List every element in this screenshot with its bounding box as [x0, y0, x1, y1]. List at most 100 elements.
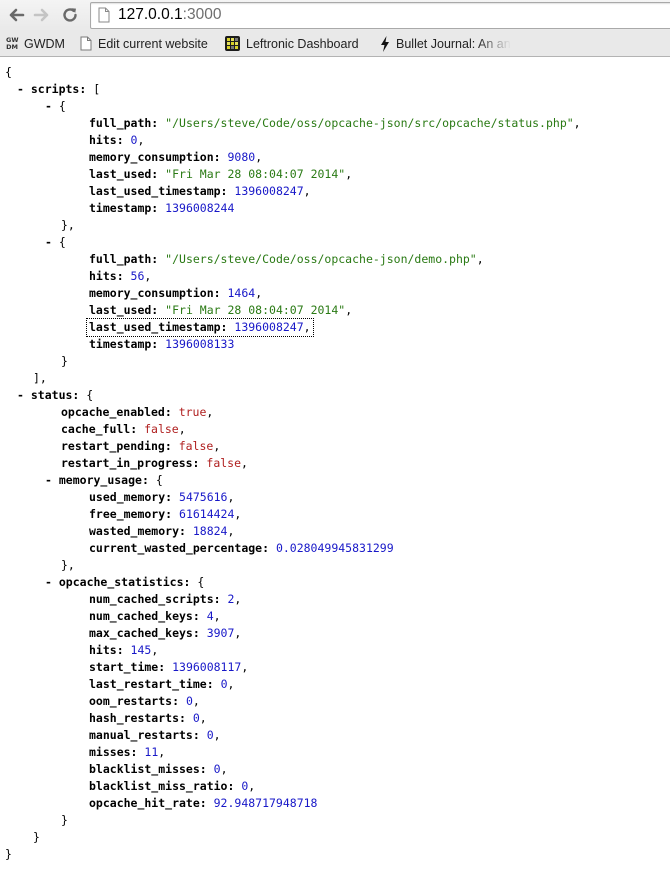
lightning-icon	[380, 35, 390, 52]
address-bar[interactable]: 127.0.0.1:3000	[90, 2, 670, 29]
script-item-close: },	[61, 218, 75, 232]
json-string-value: "/Users/steve/Code/oss/opcache-json/demo…	[165, 252, 477, 266]
json-entry: last_used_timestamp: 1396008247,	[89, 184, 311, 198]
json-entry: timestamp: 1396008133	[89, 337, 235, 351]
scripts-close: ],	[33, 371, 47, 385]
bookmark-edit-current-website[interactable]: Edit current website	[80, 31, 208, 56]
collapse-toggle[interactable]: -	[45, 235, 52, 249]
json-entry: num_cached_keys: 4,	[89, 609, 221, 623]
json-number-value: 92.948717948718	[213, 796, 318, 810]
json-entry: wasted_memory: 18824,	[89, 524, 235, 538]
json-entry: max_cached_keys: 3907,	[89, 626, 242, 640]
json-entry: full_path: "/Users/steve/Code/oss/opcach…	[89, 116, 581, 130]
json-number-value: 4	[206, 609, 214, 623]
memory-usage-node: - memory_usage: {	[45, 473, 163, 487]
script-item-open: - {	[45, 235, 66, 249]
status-close: }	[33, 830, 40, 844]
json-key: scripts	[30, 82, 80, 96]
json-entry: used_memory: 5475616,	[89, 490, 235, 504]
json-number-value: 0	[241, 779, 249, 793]
json-boolean-value: false	[178, 439, 214, 453]
json-string-value: "Fri Mar 28 08:04:07 2014"	[165, 167, 346, 181]
json-entry: opcache_hit_rate: 92.948717948718	[89, 796, 318, 810]
scripts-node: - scripts: [	[17, 82, 101, 96]
json-entry: opcache_enabled: true,	[61, 405, 214, 419]
collapse-toggle[interactable]: -	[45, 473, 52, 487]
json-entry: blacklist_misses: 0,	[89, 762, 228, 776]
json-number-value: 1396008247	[234, 320, 304, 334]
json-number-value: 18824	[192, 524, 228, 538]
json-entry: timestamp: 1396008244	[89, 201, 235, 215]
json-entry: hash_restarts: 0,	[89, 711, 207, 725]
json-number-value: 1464	[227, 286, 256, 300]
forward-button[interactable]	[31, 4, 53, 26]
opcache-statistics-node: - opcache_statistics: {	[45, 575, 205, 589]
bookmark-label: Bullet Journal: An an	[396, 36, 511, 51]
memory-usage-close: },	[61, 558, 75, 572]
collapse-toggle[interactable]: -	[45, 575, 52, 589]
json-number-value: 0	[192, 711, 200, 725]
json-number-value: 2	[227, 592, 235, 606]
collapse-toggle[interactable]: -	[45, 99, 52, 113]
browser-toolbar: 127.0.0.1:3000	[0, 0, 670, 31]
bookmark-gwdm[interactable]: GW DM GWDM	[6, 31, 65, 56]
page-icon	[98, 7, 110, 23]
bookmark-label: Edit current website	[98, 36, 208, 51]
json-entry: memory_consumption: 9080,	[89, 150, 263, 164]
script-item-open: - {	[45, 99, 66, 113]
reload-icon	[63, 8, 77, 22]
json-entry: free_memory: 61614424,	[89, 507, 242, 521]
bookmark-label: Leftronic Dashboard	[246, 36, 359, 51]
json-entry: last_restart_time: 0,	[89, 677, 235, 691]
collapse-toggle[interactable]: -	[17, 82, 24, 96]
page-icon	[80, 36, 92, 51]
root-close-brace: }	[5, 847, 12, 861]
gwdm-icon: GW DM	[6, 36, 19, 51]
json-entry: misses: 11,	[89, 745, 166, 759]
json-boolean-value: true	[178, 405, 207, 419]
json-string-value: "Fri Mar 28 08:04:07 2014"	[165, 303, 346, 317]
json-boolean-value: false	[144, 422, 179, 436]
forward-arrow-icon	[33, 8, 49, 22]
json-number-value: 9080	[227, 150, 256, 164]
bookmark-label: GWDM	[24, 36, 65, 51]
reload-button[interactable]	[59, 4, 81, 26]
json-entry: cache_full: false,	[61, 422, 186, 436]
root-open-brace: {	[5, 65, 12, 79]
bookmark-leftronic-dashboard[interactable]: Leftronic Dashboard	[225, 31, 359, 56]
json-number-value: 11	[144, 745, 159, 759]
opcache-statistics-close: }	[61, 813, 68, 827]
json-entry: last_used: "Fri Mar 28 08:04:07 2014",	[89, 167, 353, 181]
json-number-value: 61614424	[179, 507, 235, 521]
address-port: :3000	[182, 6, 222, 23]
script-item-close: }	[61, 354, 68, 368]
back-arrow-icon	[9, 8, 25, 22]
json-entry-focused[interactable]: last_used_timestamp: 1396008247,	[86, 318, 314, 337]
json-number-value: 1396008117	[172, 660, 242, 674]
json-number-value: 1396008133	[165, 337, 235, 351]
json-number-value: 1396008244	[165, 201, 235, 215]
json-entry: memory_consumption: 1464,	[89, 286, 263, 300]
json-entry: hits: 145,	[89, 643, 159, 657]
address-host: 127.0.0.1	[118, 6, 183, 23]
json-entry: restart_pending: false,	[61, 439, 221, 453]
bookmarks-bar: GW DM GWDM Edit current website Leftroni…	[0, 31, 670, 57]
json-entry: hits: 0,	[89, 133, 145, 147]
json-entry: start_time: 1396008117,	[89, 660, 249, 674]
json-number-value: 0	[185, 694, 193, 708]
collapse-toggle[interactable]: -	[17, 388, 24, 402]
json-key: memory_usage	[58, 473, 142, 487]
json-entry: oom_restarts: 0,	[89, 694, 200, 708]
json-number-value: 0	[130, 133, 138, 147]
bookmark-bullet-journal[interactable]: Bullet Journal: An an	[380, 31, 530, 56]
json-number-value: 0	[206, 728, 214, 742]
status-node: - status: {	[17, 388, 94, 402]
json-string-value: "/Users/steve/Code/oss/opcache-json/src/…	[165, 116, 574, 130]
json-number-value: 56	[130, 269, 145, 283]
json-number-value: 0	[220, 677, 228, 691]
json-number-value: 1396008247	[234, 184, 304, 198]
back-button[interactable]	[5, 4, 27, 26]
json-entry: current_wasted_percentage: 0.02804994583…	[89, 541, 394, 555]
json-number-value: 0	[213, 762, 221, 776]
json-entry: blacklist_miss_ratio: 0,	[89, 779, 256, 793]
